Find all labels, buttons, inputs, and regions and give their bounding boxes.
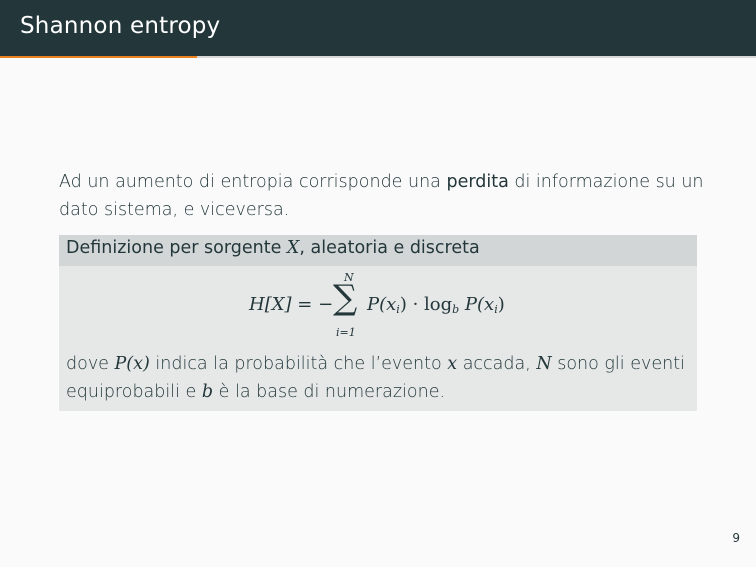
intro-paragraph: Ad un aumento di entropia corrisponde un…	[59, 168, 709, 224]
intro-emphasis: perdita	[446, 172, 509, 192]
slide-title: Shannon entropy	[20, 13, 221, 39]
page-number: 9	[732, 531, 740, 545]
formula-term-p2: P(x	[459, 294, 495, 315]
definition-block-header: Definizione per sorgente X, aleatoria e …	[59, 235, 697, 266]
formula-lhs: H[X] = −	[249, 294, 334, 315]
desc-part: accada,	[457, 354, 537, 374]
entropy-formula: H[X] = − N ∑ i=1 P(xi) · logb P(xi)	[249, 271, 529, 343]
definition-title-start: Definizione per sorgente	[66, 238, 287, 258]
desc-var-px: P(x)	[114, 354, 150, 374]
sum-lower-limit: i=1	[336, 326, 356, 339]
formula-term-log: ) · log	[399, 294, 453, 315]
sum-symbol: ∑	[333, 278, 358, 318]
definition-title: Definizione per sorgente X, aleatoria e …	[66, 238, 480, 258]
desc-part: indica la probabilità che l’evento	[149, 354, 448, 374]
desc-var-n: N	[536, 354, 552, 374]
definition-description: dove P(x) indica la probabilità che l’ev…	[66, 350, 686, 406]
definition-title-end: , aleatoria e discreta	[299, 238, 480, 258]
formula-close-paren: )	[497, 294, 505, 315]
desc-part: è la base di numerazione.	[213, 382, 446, 402]
definition-title-var: X	[286, 238, 300, 258]
slide-header: Shannon entropy	[0, 0, 756, 56]
desc-var-x: x	[447, 354, 458, 374]
intro-text-start: Ad un aumento di entropia corrisponde un…	[59, 172, 447, 192]
formula-rhs: P(xi) · logb P(xi)	[367, 294, 505, 316]
definition-block: Definizione per sorgente X, aleatoria e …	[59, 235, 697, 411]
desc-var-b: b	[201, 382, 214, 402]
formula-term-p: P(x	[367, 294, 397, 315]
progress-bar	[0, 56, 197, 58]
desc-part: dove	[66, 354, 115, 374]
